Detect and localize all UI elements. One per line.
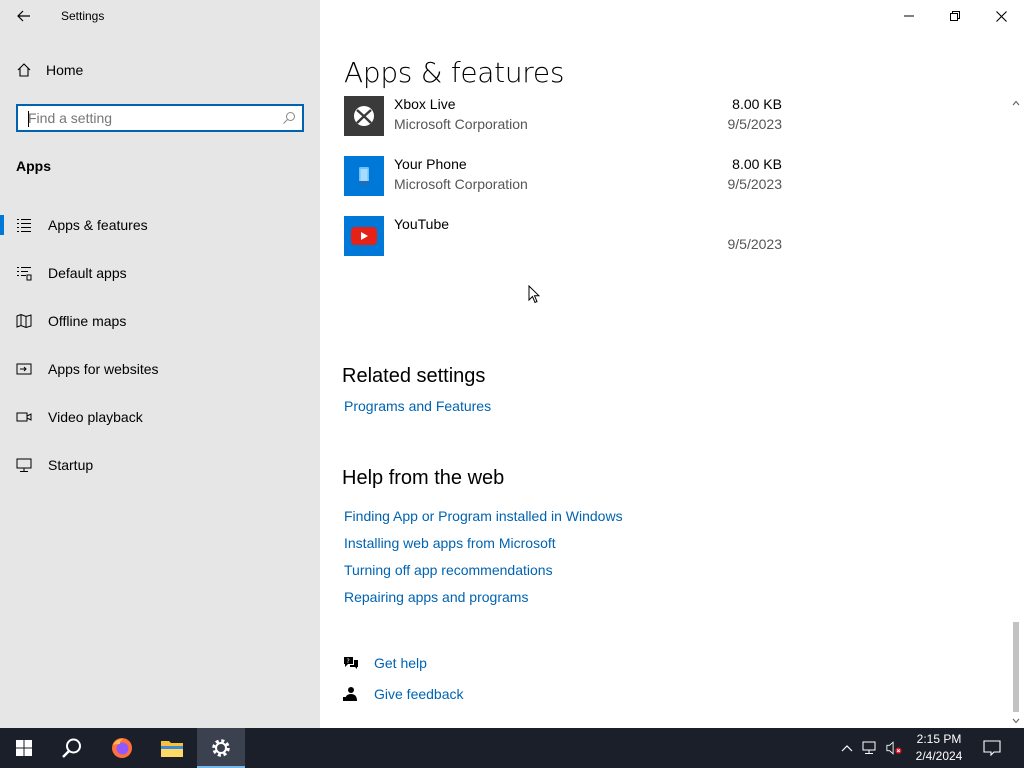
windows-logo-icon (16, 740, 32, 756)
sidebar-item-label: Apps & features (48, 217, 148, 233)
page-title: Apps & features (344, 56, 565, 89)
website-link-icon (16, 361, 32, 377)
sidebar-item-startup[interactable]: Startup (0, 441, 320, 489)
clock-time: 2:15 PM (916, 732, 962, 746)
clock-date: 2/4/2024 (915, 749, 963, 763)
sidebar-nav: Apps & features Default apps Offline map… (0, 201, 320, 489)
sidebar-item-label: Video playback (48, 409, 143, 425)
taskbar-firefox[interactable] (98, 728, 146, 768)
app-size: 8.00 KB (732, 96, 782, 112)
xbox-icon (344, 96, 384, 136)
window-title: Settings (61, 9, 105, 23)
home-icon (17, 63, 31, 77)
home-label: Home (46, 62, 84, 78)
sidebar-item-video-playback[interactable]: Video playback (0, 393, 320, 441)
taskbar-file-explorer[interactable] (148, 728, 196, 768)
app-item-your-phone[interactable]: Your Phone Microsoft Corporation 8.00 KB… (344, 156, 784, 216)
notification-icon (983, 740, 1001, 756)
vertical-scrollbar[interactable] (1010, 96, 1022, 728)
sidebar-item-default-apps[interactable]: Default apps (0, 249, 320, 297)
taskbar-clock[interactable]: 2:15 PM 2/4/2024 (906, 731, 972, 765)
search-icon[interactable] (282, 111, 296, 125)
help-link[interactable]: Finding App or Program installed in Wind… (344, 508, 623, 524)
search-box[interactable] (16, 104, 304, 132)
app-size: 8.00 KB (732, 156, 782, 172)
get-help-link[interactable]: ? Get help (342, 655, 427, 671)
scroll-down-arrow-icon[interactable] (1010, 714, 1022, 728)
app-name: Your Phone (394, 156, 467, 172)
map-icon (16, 313, 32, 329)
sidebar-item-label: Offline maps (48, 313, 127, 329)
scrollbar-thumb[interactable] (1013, 622, 1019, 712)
show-hidden-icons-chevron-icon[interactable] (839, 740, 855, 756)
help-link[interactable]: Installing web apps from Microsoft (344, 535, 556, 551)
get-help-label: Get help (374, 655, 427, 671)
youtube-icon (344, 216, 384, 256)
taskbar-search-button[interactable] (48, 728, 96, 768)
phone-icon (344, 156, 384, 196)
app-publisher: Microsoft Corporation (394, 116, 528, 132)
sidebar-item-label: Apps for websites (48, 361, 159, 377)
mouse-cursor-icon (528, 285, 540, 304)
text-caret (28, 111, 29, 127)
startup-icon (16, 457, 32, 473)
sidebar-item-label: Default apps (48, 265, 127, 281)
home-link[interactable]: Home (16, 62, 83, 78)
feedback-person-icon (343, 687, 357, 701)
start-button[interactable] (0, 728, 48, 768)
taskbar-settings[interactable] (197, 728, 245, 768)
back-button[interactable] (8, 4, 40, 28)
search-icon (62, 738, 81, 758)
app-item-youtube[interactable]: YouTube 9/5/2023 (344, 216, 784, 276)
help-link[interactable]: Repairing apps and programs (344, 589, 528, 605)
help-link[interactable]: Turning off app recommendations (344, 562, 553, 578)
app-date: 9/5/2023 (727, 236, 783, 252)
video-icon (16, 409, 32, 425)
main-content: Apps & features Xbox Live Microsoft Corp… (320, 0, 1024, 728)
app-list: Xbox Live Microsoft Corporation 8.00 KB … (344, 96, 784, 276)
sidebar: Settings Home Apps Apps & features Defau… (0, 0, 320, 728)
back-arrow-icon (17, 10, 30, 22)
folder-icon (161, 741, 183, 757)
sidebar-item-offline-maps[interactable]: Offline maps (0, 297, 320, 345)
app-publisher: Microsoft Corporation (394, 176, 528, 192)
programs-and-features-link[interactable]: Programs and Features (344, 398, 491, 414)
gear-icon (212, 739, 230, 757)
list-icon (16, 217, 32, 233)
scroll-up-arrow-icon[interactable] (1010, 96, 1022, 110)
app-item-xbox-live[interactable]: Xbox Live Microsoft Corporation 8.00 KB … (344, 96, 784, 156)
app-date: 9/5/2023 (727, 176, 783, 192)
sidebar-item-apps-for-websites[interactable]: Apps for websites (0, 345, 320, 393)
restore-icon (950, 11, 960, 21)
sidebar-item-apps-features[interactable]: Apps & features (0, 201, 320, 249)
sidebar-item-label: Startup (48, 457, 94, 473)
app-date: 9/5/2023 (727, 116, 783, 132)
section-heading: Apps (16, 158, 51, 174)
volume-muted-icon[interactable] (886, 740, 902, 756)
close-button[interactable] (978, 0, 1024, 32)
app-name: Xbox Live (394, 96, 456, 112)
taskbar: 2:15 PM 2/4/2024 (0, 728, 1024, 768)
chat-help-icon: ? (344, 657, 358, 669)
help-web-heading: Help from the web (342, 467, 505, 489)
close-icon (995, 10, 1007, 22)
firefox-icon (112, 738, 132, 758)
default-apps-icon (16, 265, 32, 281)
minimize-button[interactable] (886, 0, 932, 32)
action-center-button[interactable] (983, 740, 1001, 756)
network-icon[interactable] (862, 740, 878, 756)
restore-button[interactable] (932, 0, 978, 32)
app-name: YouTube (394, 216, 450, 232)
svg-text:?: ? (347, 658, 350, 665)
minimize-icon (904, 15, 914, 17)
related-settings-heading: Related settings (342, 365, 486, 387)
give-feedback-link[interactable]: Give feedback (342, 686, 464, 702)
give-feedback-label: Give feedback (374, 686, 464, 702)
search-input[interactable] (18, 106, 268, 130)
